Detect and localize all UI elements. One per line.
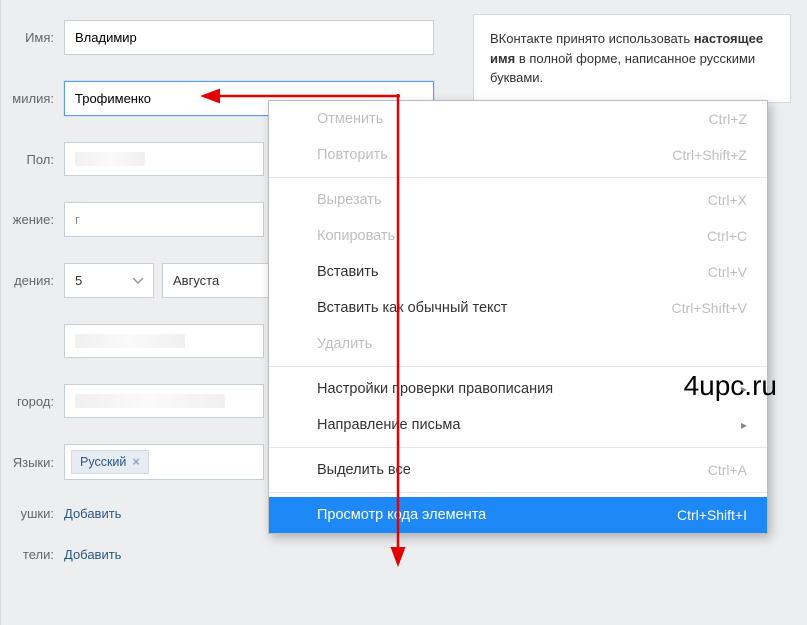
name-input[interactable] bbox=[64, 20, 434, 55]
birthday-day-select[interactable]: 5 bbox=[64, 263, 154, 298]
menu-paste-plain[interactable]: Вставить как обычный текст Ctrl+Shift+V bbox=[269, 290, 767, 326]
menu-direction[interactable]: Направление письма ▸ bbox=[269, 407, 767, 443]
gender-value bbox=[75, 152, 145, 166]
menu-separator bbox=[269, 492, 767, 493]
menu-spellcheck[interactable]: Настройки проверки правописания ▸ bbox=[269, 371, 767, 407]
hint-text-after: в полной форме, написанное русскими букв… bbox=[490, 51, 755, 86]
menu-redo[interactable]: Повторить Ctrl+Shift+Z bbox=[269, 137, 767, 173]
language-tag[interactable]: Русский × bbox=[71, 450, 149, 474]
chevron-right-icon: ▸ bbox=[741, 418, 747, 432]
menu-separator bbox=[269, 366, 767, 367]
birthday-label: дения: bbox=[0, 273, 64, 288]
grandma-label: ушки: bbox=[0, 506, 64, 521]
languages-input[interactable]: Русский × bbox=[64, 444, 264, 480]
menu-select-all[interactable]: Выделить все Ctrl+A bbox=[269, 452, 767, 488]
menu-copy[interactable]: Копировать Ctrl+C bbox=[269, 218, 767, 254]
parents-label: тели: bbox=[0, 547, 64, 562]
city-select[interactable] bbox=[64, 384, 264, 418]
menu-cut[interactable]: Вырезать Ctrl+X bbox=[269, 182, 767, 218]
row-parents: тели: Добавить bbox=[0, 547, 460, 562]
city-label: город: bbox=[0, 394, 64, 409]
gender-label: Пол: bbox=[0, 152, 64, 167]
chevron-right-icon: ▸ bbox=[741, 382, 747, 396]
menu-separator bbox=[269, 447, 767, 448]
birthday-month: Августа bbox=[173, 273, 219, 288]
menu-separator bbox=[269, 177, 767, 178]
context-menu: Отменить Ctrl+Z Повторить Ctrl+Shift+Z В… bbox=[268, 100, 768, 534]
languages-label: Языки: bbox=[0, 455, 64, 470]
menu-delete[interactable]: Удалить bbox=[269, 326, 767, 362]
name-label: Имя: bbox=[0, 30, 64, 45]
marital-label: жение: bbox=[0, 212, 64, 227]
add-parents-link[interactable]: Добавить bbox=[64, 547, 121, 562]
surname-label: милия: bbox=[0, 91, 64, 106]
row-name: Имя: bbox=[0, 20, 460, 55]
close-icon[interactable]: × bbox=[132, 455, 139, 469]
menu-paste[interactable]: Вставить Ctrl+V bbox=[269, 254, 767, 290]
chevron-down-icon bbox=[133, 278, 143, 284]
hint-tooltip: ВКонтакте принято использовать настоящее… bbox=[473, 14, 791, 103]
add-grandma-link[interactable]: Добавить bbox=[64, 506, 121, 521]
menu-undo[interactable]: Отменить Ctrl+Z bbox=[269, 101, 767, 137]
menu-inspect-element[interactable]: Просмотр кода элемента Ctrl+Shift+I bbox=[269, 497, 767, 533]
gender-select[interactable] bbox=[64, 142, 264, 176]
hint-text-before: ВКонтакте принято использовать bbox=[490, 31, 694, 46]
birthday-day: 5 bbox=[75, 273, 82, 288]
marital-value: г bbox=[75, 212, 80, 227]
extra-select[interactable] bbox=[64, 324, 264, 358]
marital-select[interactable]: г bbox=[64, 202, 264, 237]
language-tag-label: Русский bbox=[80, 455, 126, 469]
